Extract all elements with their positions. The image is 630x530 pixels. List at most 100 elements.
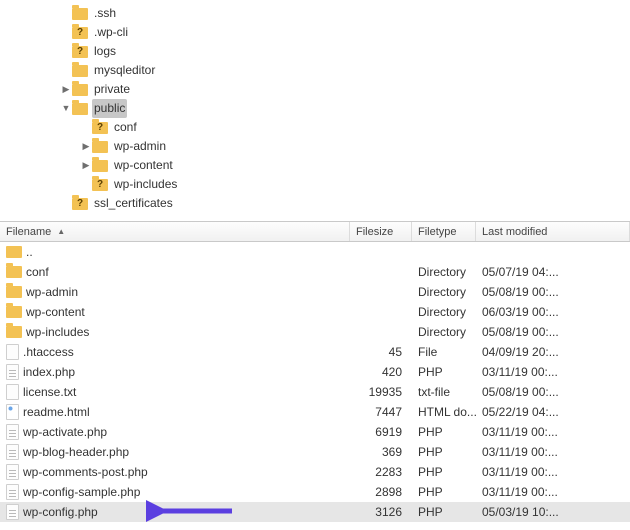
disclosure-open-icon[interactable]: ▼ [60,99,72,118]
file-row[interactable]: wp-includesDirectory05/08/19 00:... [0,322,630,342]
cell-filetype: File [412,342,476,362]
tree-item-sslcertificates[interactable]: ssl_certificates [0,194,630,213]
header-lastmodified[interactable]: Last modified [476,222,630,241]
php-file-icon [6,424,19,440]
cell-filename: index.php [0,362,350,382]
filename-label: .. [26,242,33,262]
folder-icon [6,306,22,318]
header-filesize[interactable]: Filesize [350,222,412,241]
cell-filetype: PHP [412,482,476,502]
tree-item-wpincludes[interactable]: wp-includes [0,175,630,194]
sort-ascending-icon: ▲ [57,227,65,236]
cell-filesize: 2898 [350,482,412,502]
folder-icon [6,266,22,278]
file-row[interactable]: wp-comments-post.php2283PHP03/11/19 00:.… [0,462,630,482]
filename-label: index.php [23,362,75,382]
file-row[interactable]: license.txt19935txt-file05/08/19 00:... [0,382,630,402]
cell-lastmodified: 03/11/19 00:... [476,482,630,502]
disclosure-closed-icon[interactable]: ▶ [60,80,72,99]
cell-filetype: PHP [412,362,476,382]
disclosure-closed-icon[interactable]: ▶ [80,137,92,156]
parent-dir-row[interactable]: .. [0,242,630,262]
file-icon [6,344,19,360]
cell-filesize: 369 [350,442,412,462]
file-row[interactable]: wp-config.php3126PHP05/03/19 10:... [0,502,630,522]
cell-lastmodified: 03/11/19 00:... [476,462,630,482]
tree-item-wpcontent[interactable]: ▶ wp-content [0,156,630,175]
file-row[interactable]: conf Directory05/07/19 04:... [0,262,630,282]
cell-lastmodified: 06/03/19 00:... [476,302,630,322]
header-filename[interactable]: Filename ▲ [0,222,350,241]
filename-label: wp-content [26,302,85,322]
cell-filename: wp-activate.php [0,422,350,442]
filename-label: conf [26,262,49,282]
tree-item-public[interactable]: ▼public [0,99,630,118]
file-icon [6,384,19,400]
tree-item-label: .ssh [92,4,118,23]
header-filename-label: Filename [6,226,51,238]
cell-filename: wp-blog-header.php [0,442,350,462]
file-row[interactable]: wp-admin Directory05/08/19 00:... [0,282,630,302]
tree-item-conf[interactable]: conf [0,118,630,137]
php-file-icon [6,464,19,480]
cell-filename: conf [0,262,350,282]
tree-item-mysqleditor[interactable]: mysqleditor [0,61,630,80]
file-listing: ..conf Directory05/07/19 04:... wp-admin Di… [0,242,630,522]
cell-lastmodified: 05/08/19 00:... [476,382,630,402]
cell-filetype: PHP [412,462,476,482]
cell-lastmodified: 05/07/19 04:... [476,262,630,282]
cell-lastmodified: 04/09/19 20:... [476,342,630,362]
tree-item-private[interactable]: ▶ private [0,80,630,99]
php-file-icon [6,444,19,460]
disclosure-closed-icon[interactable]: ▶ [80,156,92,175]
folder-icon [92,139,108,155]
filename-label: wp-includes [26,322,89,342]
file-row[interactable]: wp-blog-header.php369PHP03/11/19 00:... [0,442,630,462]
file-row[interactable]: readme.html7447HTML do...05/22/19 04:... [0,402,630,422]
filename-label: .htaccess [23,342,74,362]
folder-icon [92,177,108,193]
tree-item-label: conf [112,118,139,137]
cell-filename: .. [0,242,350,262]
cell-lastmodified: 05/08/19 00:... [476,282,630,302]
filename-label: readme.html [23,402,90,422]
tree-item-logs[interactable]: logs [0,42,630,61]
cell-filetype: HTML do... [412,402,476,422]
file-row[interactable]: wp-activate.php6919PHP03/11/19 00:... [0,422,630,442]
tree-item-label: wp-admin [112,137,168,156]
folder-icon [6,286,22,298]
tree-item-label: private [92,80,132,99]
column-header: Filename ▲ Filesize Filetype Last modifi… [0,222,630,242]
tree-item-label: ssl_certificates [92,194,175,213]
file-row[interactable]: index.php420PHP03/11/19 00:... [0,362,630,382]
filename-label: license.txt [23,382,76,402]
tree-item-label: wp-includes [112,175,179,194]
file-row[interactable]: .htaccess45File04/09/19 20:... [0,342,630,362]
cell-lastmodified: 03/11/19 00:... [476,422,630,442]
tree-item-wpadmin[interactable]: ▶ wp-admin [0,137,630,156]
tree-item-label: wp-content [112,156,175,175]
tree-item-label: .wp-cli [92,23,130,42]
cell-filetype: Directory [412,262,476,282]
folder-icon [92,120,108,136]
folder-icon [72,6,88,22]
folder-icon [92,158,108,174]
cell-filetype: txt-file [412,382,476,402]
header-filetype[interactable]: Filetype [412,222,476,241]
folder-icon [6,326,22,338]
cell-filesize: 2283 [350,462,412,482]
cell-filetype: Directory [412,282,476,302]
file-row[interactable]: wp-config-sample.php2898PHP03/11/19 00:.… [0,482,630,502]
file-row[interactable]: wp-content Directory06/03/19 00:... [0,302,630,322]
tree-item-label: mysqleditor [92,61,157,80]
folder-icon [72,63,88,79]
cell-filename: wp-config.php [0,502,350,522]
filename-label: wp-admin [26,282,78,302]
cell-filetype: Directory [412,302,476,322]
cell-lastmodified: 03/11/19 00:... [476,362,630,382]
cell-filename: wp-config-sample.php [0,482,350,502]
folder-icon [72,25,88,41]
filename-label: wp-activate.php [23,422,107,442]
tree-item-wpcli[interactable]: .wp-cli [0,23,630,42]
tree-item-ssh[interactable]: .ssh [0,4,630,23]
